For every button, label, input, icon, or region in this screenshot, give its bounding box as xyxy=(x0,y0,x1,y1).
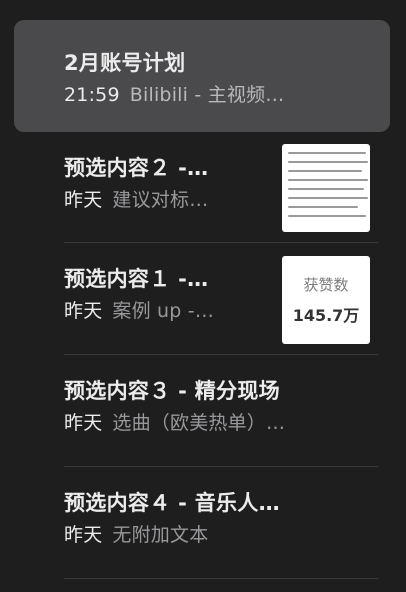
note-meta: 昨天 选曲（欧美热单）… xyxy=(64,408,354,435)
note-meta: 昨天 无附加文本 xyxy=(64,520,354,547)
note-title: 预选内容２ -… xyxy=(64,156,209,180)
divider xyxy=(64,578,378,579)
note-meta: 21:59 Bilibili - 主视频… xyxy=(64,80,364,107)
note-item[interactable]: 预选内容２ -… 昨天 建议对标… xyxy=(0,132,406,243)
note-preview: Bilibili - 主视频… xyxy=(129,84,285,106)
note-item-selected[interactable]: 2月账号计划 21:59 Bilibili - 主视频… xyxy=(14,20,390,132)
note-time: 昨天 xyxy=(64,524,103,546)
note-time: 昨天 xyxy=(64,412,103,434)
note-title: 2月账号计划 xyxy=(64,51,186,75)
note-time: 昨天 xyxy=(64,189,103,211)
note-title: 预选内容１ -… xyxy=(64,267,209,291)
note-item[interactable]: 预选内容４ - 音乐人… 昨天 无附加文本 xyxy=(0,467,406,579)
note-item[interactable]: 预选内容３ - 精分现场 昨天 选曲（欧美热单）… xyxy=(0,355,406,467)
note-title: 预选内容３ - 精分现场 xyxy=(64,379,280,403)
thumbnail-stat-value: 145.7万 xyxy=(292,306,360,325)
note-title: 预选内容４ - 音乐人… xyxy=(64,491,280,515)
note-preview: 选曲（欧美热单）… xyxy=(112,412,286,434)
note-thumbnail xyxy=(282,144,370,232)
note-time: 昨天 xyxy=(64,300,103,322)
note-preview: 案例 up -… xyxy=(112,300,215,322)
note-item[interactable]: 预选内容１ -… 昨天 案例 up -… 获赞数 145.7万 xyxy=(0,243,406,355)
note-preview: 无附加文本 xyxy=(112,524,209,546)
thumbnail-document-text xyxy=(288,152,368,224)
note-time: 21:59 xyxy=(64,84,120,106)
note-meta: 昨天 案例 up -… xyxy=(64,296,264,323)
note-meta: 昨天 建议对标… xyxy=(64,185,264,212)
note-preview: 建议对标… xyxy=(112,189,209,211)
thumbnail-stat-label: 获赞数 xyxy=(303,276,349,294)
notes-list: 2月账号计划 21:59 Bilibili - 主视频… 预选内容２ -… 昨天建… xyxy=(0,0,406,592)
note-thumbnail: 获赞数 145.7万 xyxy=(282,256,370,344)
